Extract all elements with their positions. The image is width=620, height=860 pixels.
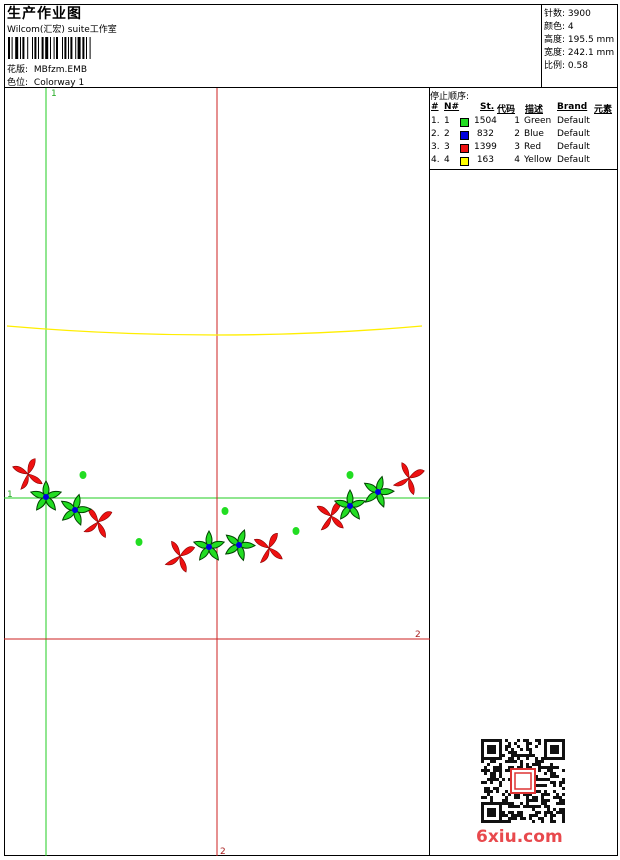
color-swatch — [460, 144, 469, 153]
green-dot — [346, 471, 354, 479]
green-dot — [221, 507, 229, 515]
row-n: 2 — [444, 129, 450, 139]
row-desc: Blue — [524, 129, 544, 139]
design-label: 花版: — [7, 65, 29, 75]
row-idx: 3. — [431, 142, 440, 152]
row-code: 4 — [514, 155, 520, 165]
green-dot — [292, 527, 300, 535]
colorway-label: 色位: — [7, 78, 29, 88]
green-dot — [79, 471, 87, 479]
guide-label-v2: 2 — [220, 847, 226, 857]
col-header-code: 代码 — [497, 105, 516, 115]
row-code: 3 — [514, 142, 520, 152]
row-desc: Red — [524, 142, 542, 152]
row-code: 2 — [514, 129, 520, 139]
guide-label-v1: 1 — [51, 89, 57, 99]
row-n: 1 — [444, 116, 450, 126]
green-dot — [135, 538, 143, 546]
green-flower — [363, 475, 395, 508]
row-stitches: 832 — [476, 129, 494, 139]
colorway-row: 色位: Colorway 1 — [7, 75, 84, 88]
color-swatch — [460, 131, 469, 140]
stat-scale: 比例: 0.58 — [544, 61, 588, 71]
row-n: 3 — [444, 142, 450, 152]
red-flower — [164, 540, 196, 573]
red-flower — [12, 458, 43, 490]
page-title: 生产作业图 — [7, 6, 82, 22]
qr-code — [481, 739, 565, 823]
guide-label-h2: 2 — [415, 630, 421, 640]
embroidery-preview — [4, 88, 430, 856]
row-n: 4 — [444, 155, 450, 165]
red-flower — [83, 507, 113, 538]
red-flower — [392, 462, 425, 496]
row-brand: Default — [557, 129, 590, 139]
design-value: MBfzm.EMB — [33, 65, 88, 75]
col-header-idx: # — [431, 102, 439, 112]
yellow-outline — [6, 325, 423, 336]
green-flower — [224, 529, 256, 562]
design-canvas — [4, 88, 430, 856]
col-header-desc: 描述 — [525, 105, 544, 115]
col-header-n: N# — [444, 102, 460, 112]
col-header-element: 元素 — [594, 105, 613, 115]
row-idx: 4. — [431, 155, 440, 165]
guide-label-h1: 1 — [7, 490, 13, 500]
row-stitches: 163 — [476, 155, 494, 165]
stat-height: 高度: 195.5 mm — [544, 35, 615, 45]
red-flower — [253, 532, 283, 564]
row-stitches: 1399 — [474, 142, 497, 152]
stat-stitches: 针数: 3900 — [544, 9, 591, 19]
color-swatch — [460, 118, 469, 127]
colorway-value: Colorway 1 — [33, 78, 85, 88]
row-idx: 1. — [431, 116, 440, 126]
row-idx: 2. — [431, 129, 440, 139]
row-code: 1 — [514, 116, 520, 126]
green-flower — [60, 493, 92, 526]
row-desc: Yellow — [524, 155, 552, 165]
company-name: Wilcom(汇宏) suite工作室 — [7, 25, 117, 35]
row-brand: Default — [557, 142, 590, 152]
stop-sequence-title: 停止顺序: — [430, 92, 470, 102]
design-file-row: 花版: MBfzm.EMB — [7, 62, 87, 75]
row-brand: Default — [557, 116, 590, 126]
col-header-st: St. — [480, 102, 495, 112]
stat-colors: 颜色: 4 — [544, 22, 574, 32]
color-swatch — [460, 157, 469, 166]
col-header-brand: Brand — [557, 102, 588, 112]
row-stitches: 1504 — [474, 116, 497, 126]
site-logo: 6xiu.com — [476, 827, 563, 847]
row-desc: Green — [524, 116, 552, 126]
green-flower — [192, 530, 226, 561]
barcode — [8, 37, 91, 59]
stat-width: 宽度: 242.1 mm — [544, 48, 615, 58]
row-brand: Default — [557, 155, 590, 165]
